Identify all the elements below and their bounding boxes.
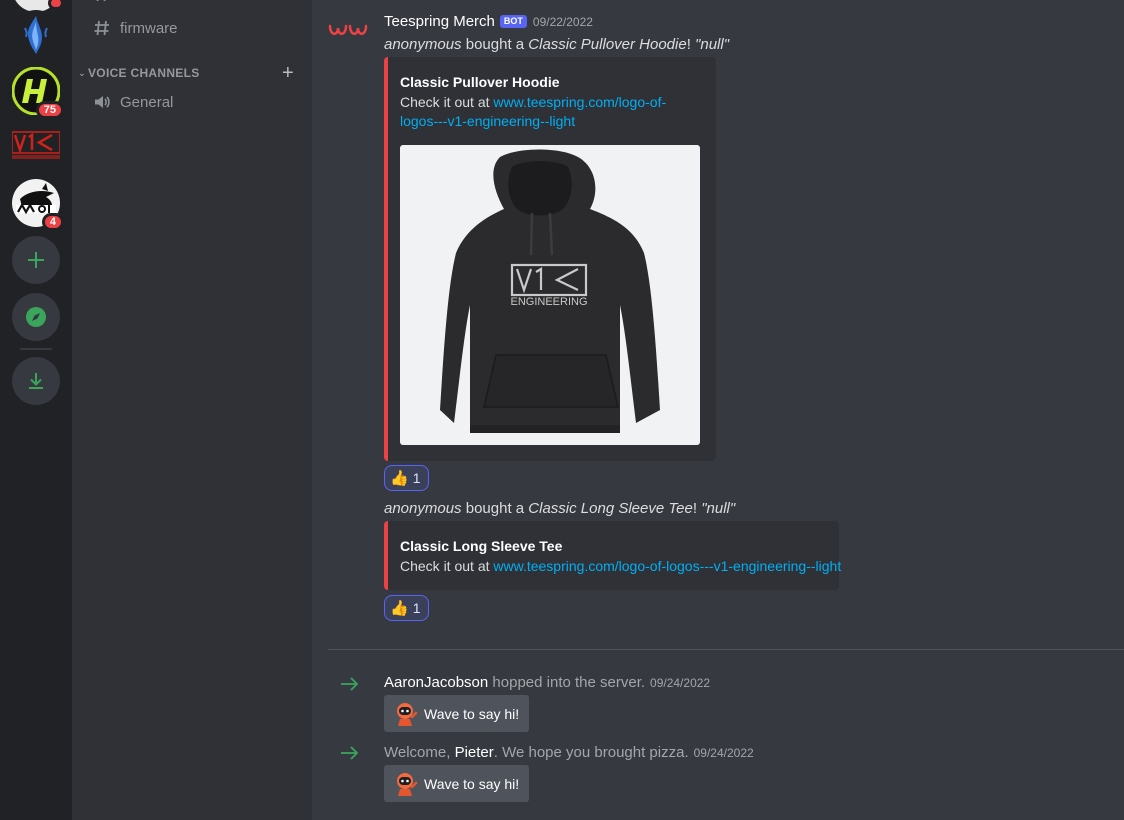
message-header: Teespring Merch BOT 09/22/2022 (384, 13, 593, 31)
product-name: Classic Long Sleeve Tee (528, 500, 693, 517)
buyer-name: anonymous (384, 500, 462, 517)
embed-title: Classic Long Sleeve Tee (400, 538, 563, 554)
purchase-note: "null" (695, 36, 730, 53)
server-badge: 4 (41, 213, 64, 231)
join-message: AaronJacobson hopped into the server. 09/… (384, 674, 710, 691)
message-timestamp: 09/22/2022 (532, 15, 593, 29)
server-icon-v1-engineering[interactable] (11, 120, 61, 168)
text-fragment: bought a (461, 36, 529, 53)
voice-category-header[interactable]: ⌄ VOICE CHANNELS + (76, 63, 304, 83)
server-icon-marlin[interactable]: 4 (12, 179, 64, 231)
buyer-name: anonymous (384, 36, 462, 53)
hoodie-icon: ENGINEERING (440, 149, 660, 433)
message-text: anonymous bought a Classic Pullover Hood… (384, 36, 729, 53)
text-fragment: ! (692, 500, 702, 517)
text-fragment: bought a (461, 500, 529, 517)
channel-item-partial[interactable] (80, 0, 304, 10)
flame-icon (24, 16, 48, 54)
hash-icon (90, 0, 114, 3)
member-name[interactable]: Pieter (455, 744, 494, 761)
download-apps-button[interactable] (12, 357, 60, 405)
teespring-avatar-icon[interactable] (328, 20, 370, 42)
embed-description: Check it out at www.teespring.com/logo-o… (400, 93, 700, 131)
wave-button-label: Wave to say hi! (424, 775, 520, 792)
wave-button[interactable]: Wave to say hi! (384, 765, 529, 802)
product-link[interactable]: www.teespring.com/logo-of-logos---v1-eng… (493, 558, 841, 574)
reaction-thumbs-up[interactable]: 👍 1 (384, 595, 429, 621)
message-timestamp: 09/24/2022 (650, 676, 711, 690)
reaction-count: 1 (412, 600, 421, 616)
message-timestamp: 09/24/2022 (693, 746, 754, 760)
embed-prefix: Check it out at (400, 558, 494, 574)
author-name[interactable]: Teespring Merch (384, 13, 495, 30)
bot-tag: BOT (499, 15, 527, 28)
text-fragment: ! (686, 36, 696, 53)
reaction-thumbs-up[interactable]: 👍 1 (384, 465, 429, 491)
explore-servers-button[interactable] (12, 293, 60, 341)
embed-description: Check it out at www.teespring.com/logo-o… (400, 557, 841, 576)
rail-separator (20, 348, 52, 350)
embed-prefix: Check it out at (400, 94, 494, 110)
hash-icon (90, 19, 114, 37)
speaker-icon (90, 93, 114, 111)
voice-channel-general[interactable]: General (80, 86, 304, 118)
date-divider (328, 649, 1124, 650)
join-message: Welcome, Pieter. We hope you brought piz… (384, 744, 754, 761)
message-text: anonymous bought a Classic Long Sleeve T… (384, 500, 735, 517)
product-link[interactable]: www.teespring.com/logo-of- (493, 94, 666, 110)
embed-title: Classic Pullover Hoodie (400, 74, 560, 90)
product-link[interactable]: logos---v1-engineering--light (400, 113, 575, 129)
compass-icon (26, 307, 46, 327)
server-badge (48, 0, 64, 10)
hoodie-image[interactable]: ENGINEERING (400, 145, 700, 445)
join-arrow-icon (341, 677, 359, 691)
category-label: VOICE CHANNELS (88, 66, 200, 80)
v1-logo-icon (11, 131, 61, 159)
wave-button-label: Wave to say hi! (424, 705, 520, 722)
wave-robot-sticker-icon (397, 702, 418, 726)
channel-item-firmware[interactable]: firmware (80, 12, 304, 44)
text-fragment: . We hope you brought pizza. (493, 744, 689, 761)
product-name: Classic Pullover Hoodie (528, 36, 687, 53)
text-fragment: Welcome, (384, 744, 455, 761)
reaction-count: 1 (412, 470, 421, 486)
member-name[interactable]: AaronJacobson (384, 674, 488, 691)
server-icon-h[interactable]: 75 (11, 66, 64, 119)
download-icon (29, 373, 43, 389)
product-embed: Classic Pullover Hoodie Check it out at … (384, 57, 716, 461)
text-fragment: hopped into the server. (488, 674, 646, 691)
wave-robot-sticker-icon (397, 772, 418, 796)
hoodie-logo-subtitle: ENGINEERING (510, 296, 587, 308)
add-server-button[interactable] (12, 236, 60, 284)
create-channel-plus-icon[interactable]: + (282, 63, 294, 83)
channel-label: firmware (120, 19, 178, 37)
channel-label: General (120, 93, 174, 111)
thumbs-up-icon: 👍 (390, 599, 409, 617)
server-icon-flame[interactable] (12, 10, 60, 58)
wave-button[interactable]: Wave to say hi! (384, 695, 529, 732)
chat-area: Teespring Merch BOT 09/22/2022 anonymous b… (312, 0, 1124, 820)
join-arrow-icon (341, 746, 359, 760)
product-embed: Classic Long Sleeve Tee Check it out at … (384, 521, 841, 590)
plus-icon (28, 252, 44, 268)
purchase-note: "null" (701, 500, 736, 517)
server-badge: 75 (35, 101, 64, 119)
server-rail: 75 4 (0, 0, 72, 820)
thumbs-up-icon: 👍 (390, 469, 409, 487)
channel-sidebar: firmware ⌄ VOICE CHANNELS + General (72, 0, 312, 820)
chevron-down-icon: ⌄ (78, 67, 86, 78)
